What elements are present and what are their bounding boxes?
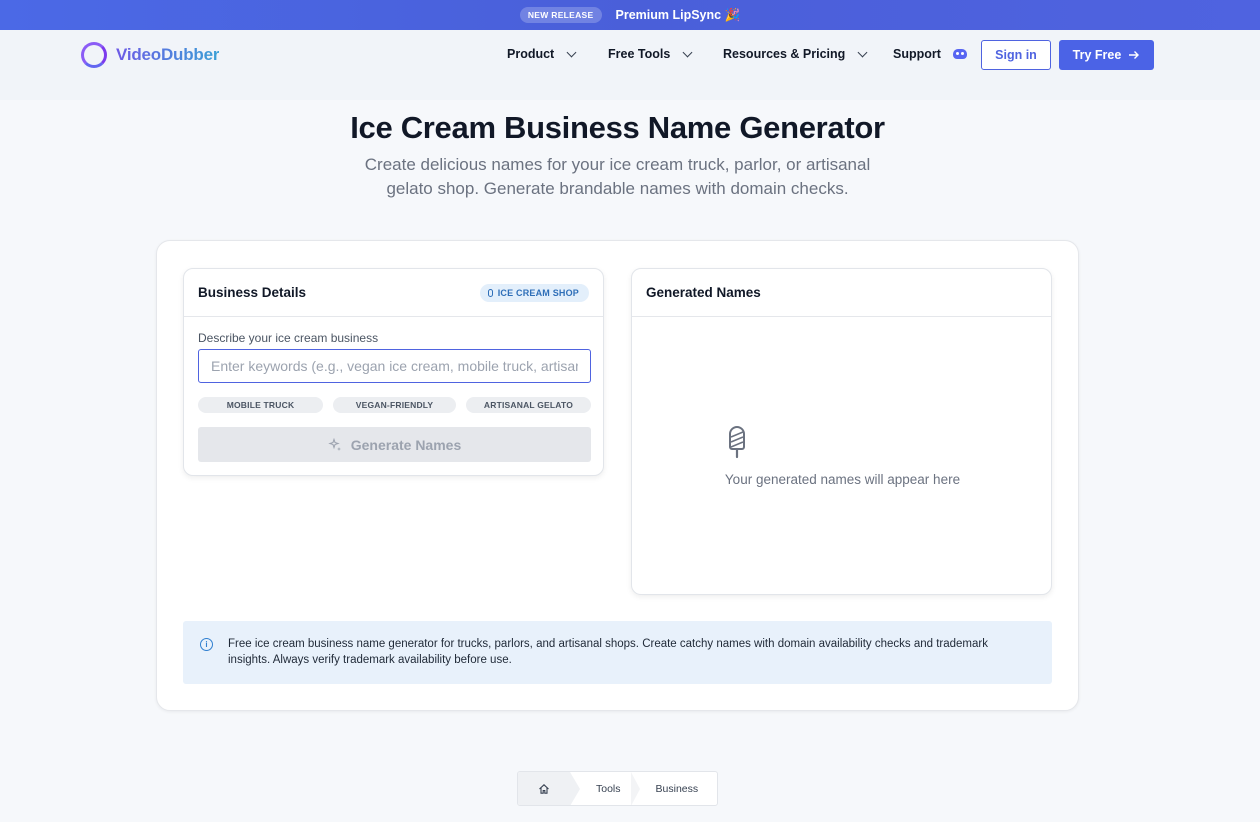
new-release-badge: NEW RELEASE — [519, 7, 602, 23]
keywords-input[interactable] — [198, 349, 591, 383]
page-title: Ice Cream Business Name Generator — [350, 110, 885, 145]
chip-artisanal-gelato[interactable]: ARTISANAL GELATO — [466, 397, 591, 413]
business-details-title: Business Details — [198, 285, 307, 300]
site-header: VideoDubber Product Free Tools Resources… — [0, 30, 1260, 100]
empty-state-text: Your generated names will appear here — [724, 472, 961, 487]
business-details-header: Business Details ICE CREAM SHOP — [184, 269, 603, 317]
breadcrumb-tools[interactable]: Tools — [596, 783, 621, 795]
info-icon: i — [200, 638, 213, 651]
chip-vegan-friendly[interactable]: VEGAN-FRIENDLY — [333, 397, 456, 413]
category-badge-label: ICE CREAM SHOP — [497, 287, 579, 298]
nav-support-label: Support — [893, 47, 941, 61]
chevron-down-icon — [682, 47, 693, 57]
nav-resources-pricing[interactable]: Resources & Pricing — [723, 47, 868, 61]
breadcrumb-business: Business — [655, 782, 699, 795]
logo-ring-icon — [81, 42, 107, 68]
sparkles-icon — [327, 437, 341, 451]
category-badge: ICE CREAM SHOP — [479, 283, 589, 302]
suggestion-chips: MOBILE TRUCK VEGAN-FRIENDLY ARTISANAL GE… — [198, 397, 591, 413]
info-notice: i Free ice cream business name generator… — [183, 621, 1052, 684]
ice-cream-icon — [487, 288, 493, 297]
sign-in-button[interactable]: Sign in — [981, 40, 1051, 70]
chip-mobile-truck[interactable]: MOBILE TRUCK — [198, 397, 323, 413]
generated-names-header: Generated Names — [632, 269, 1051, 317]
nav-free-tools-label: Free Tools — [608, 47, 671, 61]
description-label: Describe your ice cream business — [198, 331, 379, 345]
logo-text: VideoDubber — [116, 45, 220, 64]
try-free-button[interactable]: Try Free — [1059, 40, 1154, 70]
logo[interactable]: VideoDubber — [81, 42, 219, 68]
breadcrumb-separator — [570, 772, 580, 805]
generated-names-title: Generated Names — [646, 285, 761, 300]
chevron-down-icon — [857, 47, 868, 57]
generate-names-label: Generate Names — [350, 436, 462, 453]
nav-product[interactable]: Product — [507, 47, 577, 61]
generate-names-button[interactable]: Generate Names — [198, 427, 591, 462]
release-banner[interactable]: NEW RELEASE Premium LipSync 🎉 — [0, 0, 1260, 30]
discord-icon — [952, 49, 967, 59]
ice-cream-bar-icon — [729, 426, 745, 459]
business-details-card: Business Details ICE CREAM SHOP Describe… — [183, 268, 604, 476]
breadcrumb: Tools Business — [517, 771, 718, 806]
page-subtitle: Create delicious names for your ice crea… — [364, 155, 871, 198]
breadcrumb-home[interactable] — [518, 772, 570, 805]
try-free-label: Try Free — [1072, 48, 1122, 62]
home-icon — [539, 783, 549, 794]
breadcrumb-separator — [630, 772, 640, 805]
generated-names-card: Generated Names Your generated names wil… — [631, 268, 1052, 595]
banner-text[interactable]: Premium LipSync 🎉 — [616, 8, 741, 23]
arrow-right-icon — [1129, 51, 1140, 59]
nav-support[interactable]: Support — [893, 47, 967, 61]
chevron-down-icon — [566, 47, 577, 57]
nav-resources-label: Resources & Pricing — [723, 47, 846, 61]
nav-free-tools[interactable]: Free Tools — [608, 47, 693, 61]
nav-product-label: Product — [507, 47, 555, 61]
info-text: Free ice cream business name generator f… — [228, 638, 988, 666]
